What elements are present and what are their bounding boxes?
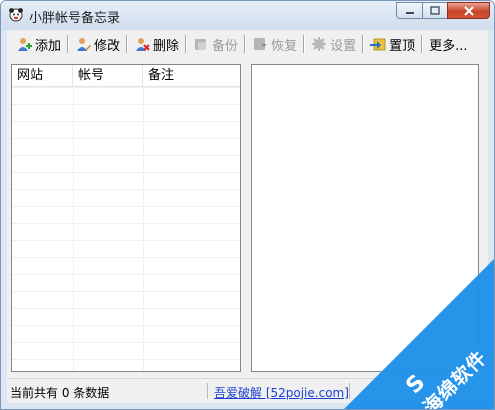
grid-line — [12, 257, 240, 258]
grid-line — [12, 291, 240, 292]
client-area: 添加 修改 删除 备份 恢复 设置 置顶 更多... 网站 帐号 备注 当前共有… — [7, 30, 488, 403]
close-button[interactable] — [447, 2, 490, 19]
window-controls — [396, 2, 490, 20]
gear-icon — [312, 37, 327, 51]
grid-line — [12, 155, 240, 156]
forum-link[interactable]: 吾爱破解 [52pojie.com] — [214, 384, 349, 401]
backup-button[interactable]: 备份 — [190, 33, 241, 55]
grid-line — [12, 359, 240, 360]
add-button[interactable]: 添加 — [13, 33, 64, 55]
more-label: 更多... — [429, 38, 468, 54]
detail-panel[interactable] — [251, 64, 479, 372]
settings-label: 设置 — [330, 38, 357, 54]
restore-label: 恢复 — [271, 38, 298, 54]
restore-icon — [254, 38, 268, 50]
delete-label: 删除 — [153, 38, 180, 54]
backup-icon — [195, 39, 207, 50]
edit-user-icon — [77, 38, 92, 51]
toolbar-separator — [126, 35, 129, 53]
app-window: 小胖帐号备忘录 添加 修改 删除 备份 恢复 设置 置顶 更多... 网站 帐号… — [0, 0, 495, 410]
maximize-icon — [430, 6, 440, 15]
grid-line — [12, 325, 240, 326]
grid-line — [12, 87, 240, 88]
grid-line — [12, 189, 240, 190]
app-logo-icon — [9, 8, 23, 22]
record-count-text: 当前共有 0 条数据 — [10, 386, 110, 400]
pin-top-button[interactable]: 置顶 — [367, 33, 418, 55]
grid-line — [12, 308, 240, 309]
grid-line — [12, 172, 240, 173]
column-header-note[interactable]: 备注 — [143, 65, 235, 86]
grid-line — [12, 104, 240, 105]
toolbar-separator — [185, 35, 188, 53]
toolbar-separator — [244, 35, 247, 53]
list-header: 网站 帐号 备注 — [12, 65, 240, 87]
grid-line — [12, 274, 240, 275]
grid-column-line — [143, 87, 144, 371]
add-user-icon — [18, 38, 32, 51]
delete-button[interactable]: 删除 — [131, 33, 182, 55]
window-title: 小胖帐号备忘录 — [29, 11, 121, 26]
toolbar-separator — [362, 35, 365, 53]
add-label: 添加 — [35, 38, 62, 54]
backup-label: 备份 — [212, 38, 239, 54]
status-divider — [207, 383, 208, 399]
account-list[interactable]: 网站 帐号 备注 — [11, 64, 241, 372]
toolbar-separator — [421, 35, 424, 53]
settings-button[interactable]: 设置 — [308, 33, 359, 55]
list-body[interactable] — [12, 87, 240, 371]
more-button[interactable]: 更多... — [426, 33, 470, 55]
toolbar: 添加 修改 删除 备份 恢复 设置 置顶 更多... — [7, 30, 488, 58]
status-bar: 当前共有 0 条数据 吾爱破解 [52pojie.com] — [7, 378, 488, 404]
close-icon — [463, 5, 474, 16]
title-bar[interactable]: 小胖帐号备忘录 — [1, 1, 494, 30]
grid-line — [12, 206, 240, 207]
minimize-button[interactable] — [396, 2, 422, 19]
grid-line — [12, 240, 240, 241]
grid-line — [12, 138, 240, 139]
toolbar-separator — [67, 35, 70, 53]
minimize-icon — [405, 11, 414, 14]
edit-label: 修改 — [94, 38, 121, 54]
column-header-website[interactable]: 网站 — [12, 65, 73, 86]
status-divider — [349, 383, 350, 399]
grid-line — [12, 121, 240, 122]
edit-button[interactable]: 修改 — [72, 33, 123, 55]
grid-line — [12, 223, 240, 224]
pin-top-icon — [370, 38, 386, 51]
delete-user-icon — [136, 38, 150, 51]
restore-button[interactable]: 恢复 — [249, 33, 300, 55]
pin-top-label: 置顶 — [389, 38, 416, 54]
toolbar-separator — [303, 35, 306, 53]
grid-line — [12, 342, 240, 343]
grid-column-line — [73, 87, 74, 371]
column-header-account[interactable]: 帐号 — [73, 65, 143, 86]
maximize-button[interactable] — [422, 2, 447, 19]
